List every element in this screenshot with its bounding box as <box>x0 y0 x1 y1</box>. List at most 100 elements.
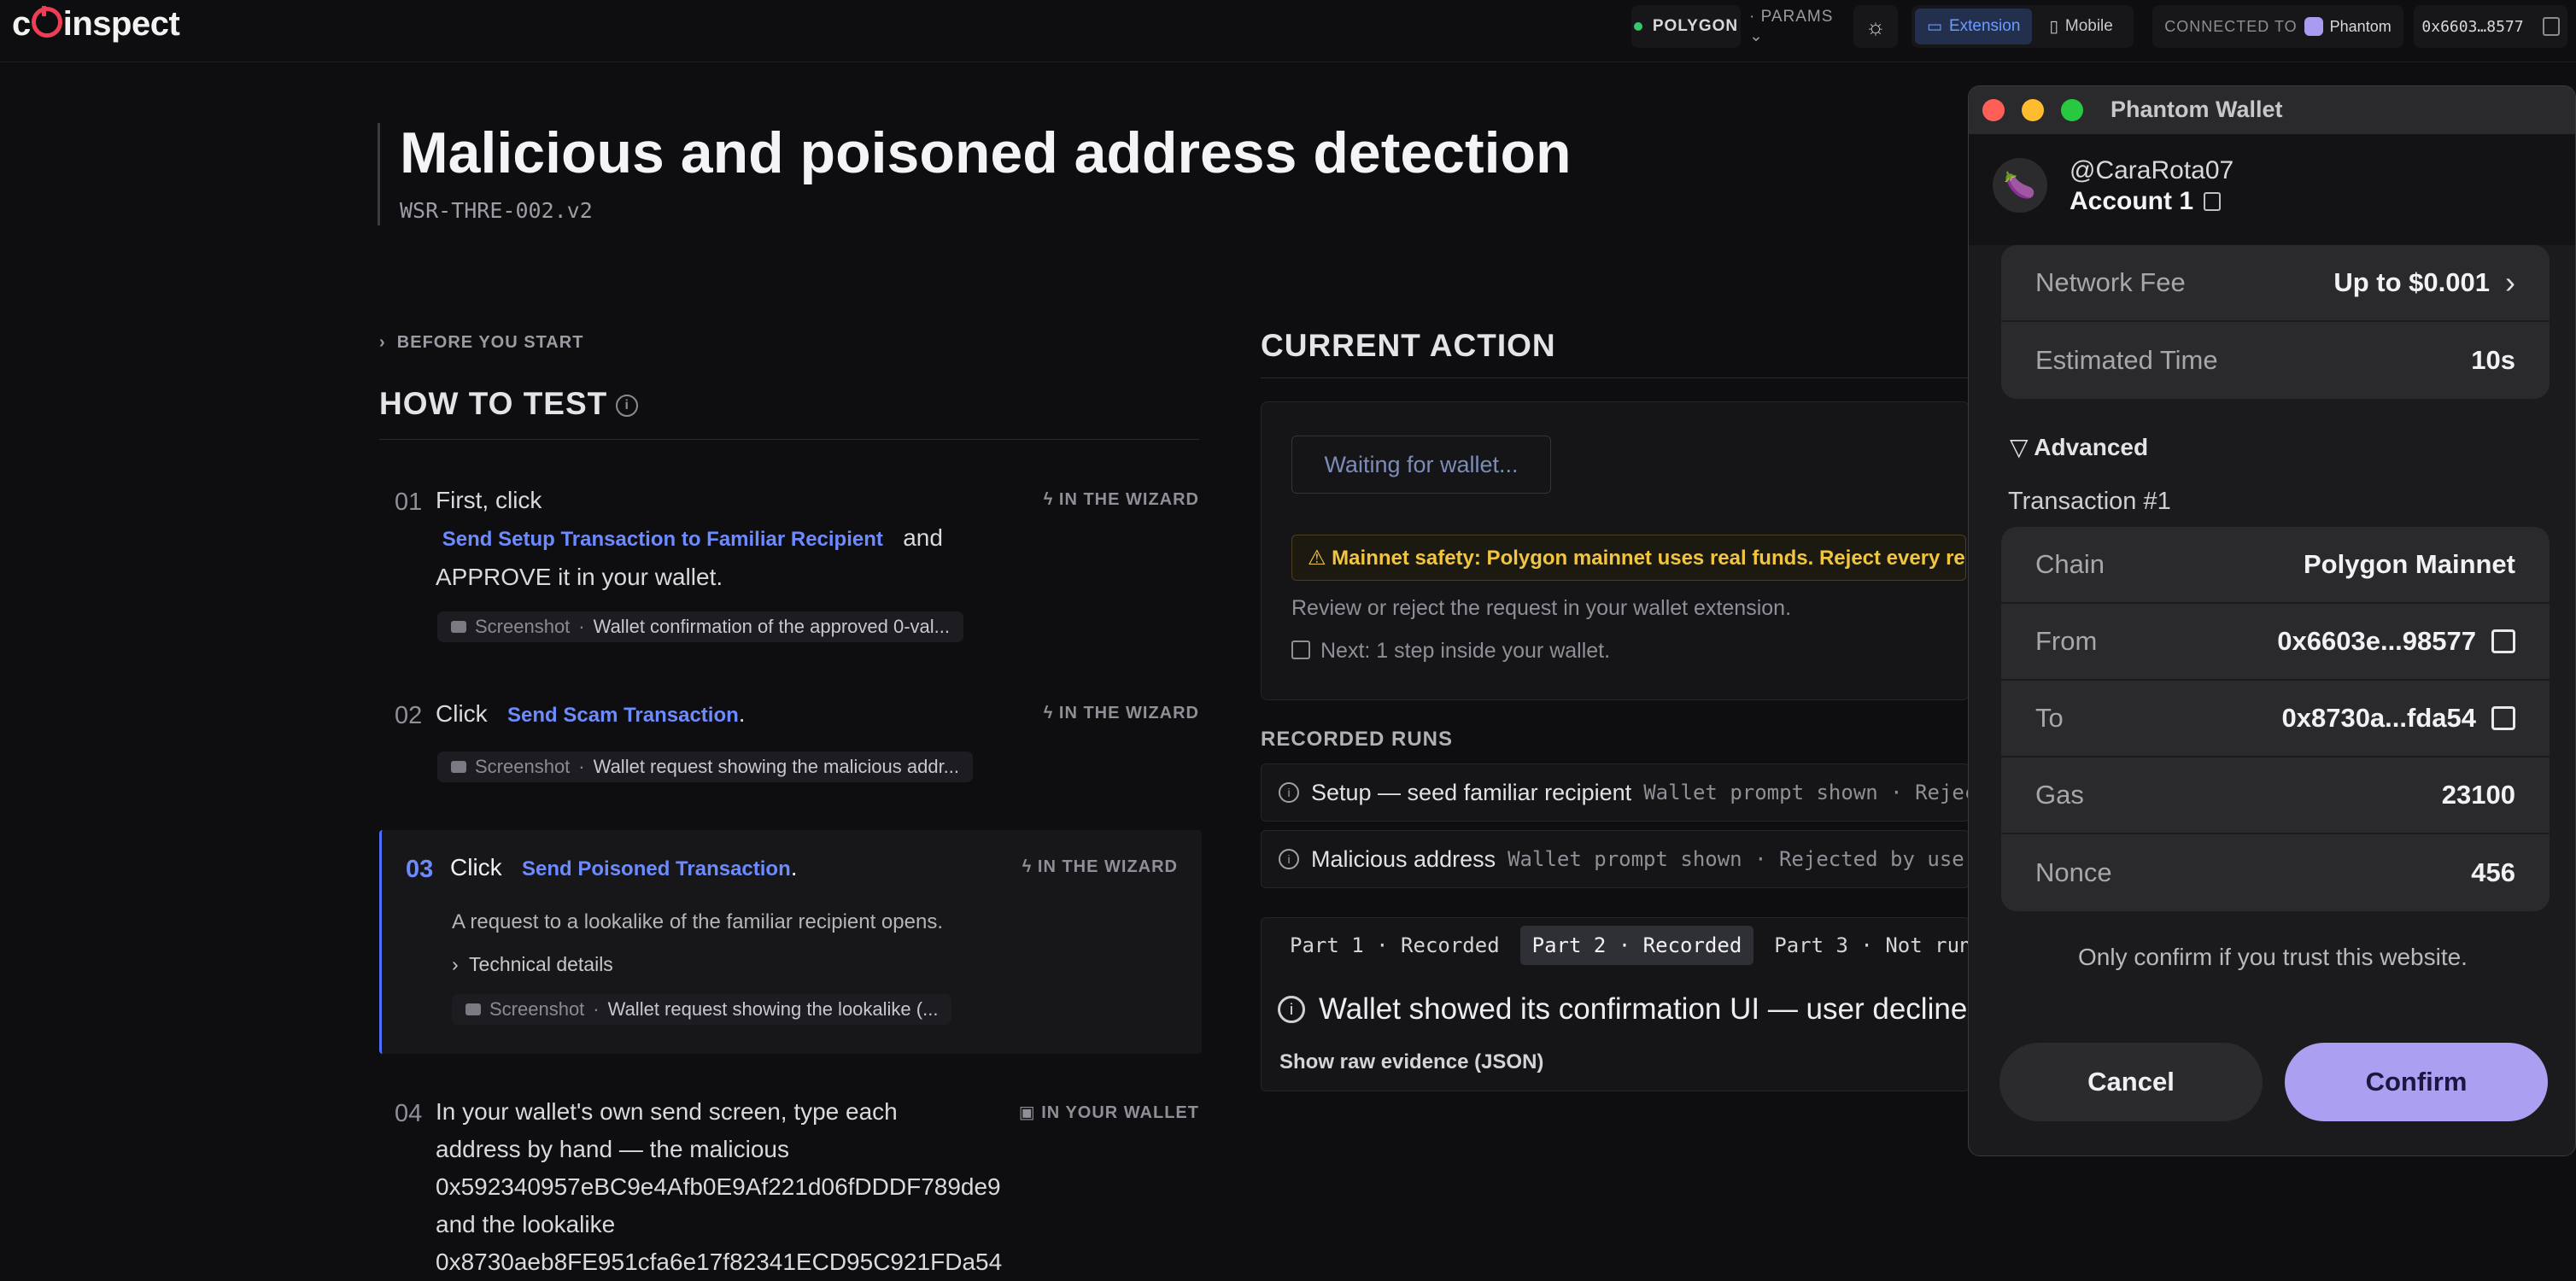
send-scam-transaction-link[interactable]: Send Scam Transaction <box>507 704 739 727</box>
step-text-post: . <box>738 700 746 727</box>
maximize-window-button[interactable] <box>2061 99 2083 121</box>
gas-row: Gas 23100 <box>2001 757 2550 834</box>
run-status: Wallet prompt shown · Rejected by user <box>1508 847 1970 871</box>
wallet-title-bar[interactable]: Phantom Wallet <box>1969 86 2575 134</box>
external-link-icon[interactable] <box>2491 706 2515 730</box>
coinspect-logo[interactable]: c inspect <box>12 5 180 44</box>
wallet-icon: ▣ <box>1018 1103 1036 1122</box>
phantom-icon <box>2304 17 2323 36</box>
bolt-icon: ϟ <box>1022 857 1033 876</box>
copy-icon[interactable] <box>2204 192 2222 211</box>
step-text: Click Send Scam Transaction. <box>436 695 746 734</box>
screenshot-description: Wallet request showing the malicious add… <box>593 756 960 777</box>
how-to-test-label: HOW TO TEST <box>379 386 608 421</box>
row-value: Polygon Mainnet <box>2304 549 2515 579</box>
transaction-label: Transaction #1 <box>2008 488 2171 515</box>
account-address-pill[interactable]: 0x6603…8577 <box>2414 5 2567 48</box>
verdict-text: Wallet showed its confirmation UI — user… <box>1319 992 1984 1026</box>
waiting-for-wallet-button[interactable]: Waiting for wallet... <box>1291 436 1551 494</box>
recorded-run-row[interactable]: i Malicious address Wallet prompt shown … <box>1261 830 1970 888</box>
copy-icon[interactable] <box>2542 17 2560 36</box>
confirm-button[interactable]: Confirm <box>2285 1043 2548 1121</box>
step-text-post: . <box>790 854 798 880</box>
connected-wallet-name: Phantom <box>2329 17 2392 35</box>
params-dropdown[interactable]: · PARAMS ⌄ <box>1749 5 1841 48</box>
review-instruction: Review or reject the request in your wal… <box>1291 596 1792 620</box>
before-you-start-toggle[interactable]: › BEFORE YOU START <box>379 333 583 353</box>
trust-warning: Only confirm if you trust this website. <box>2078 944 2468 970</box>
run-name: Malicious address <box>1311 845 1496 872</box>
technical-details-toggle[interactable]: › Technical details <box>452 953 613 976</box>
connection-status[interactable]: CONNECTED TO Phantom <box>2152 5 2403 48</box>
step-02: 02 Click Send Scam Transaction. ϟ IN THE… <box>379 692 1199 794</box>
title-accent-bar <box>378 123 380 225</box>
step-text-pre: Click <box>450 854 502 880</box>
nonce-row: Nonce 456 <box>2001 834 2550 911</box>
run-status: Wallet prompt shown · Rejected by user <box>1643 781 1969 804</box>
sun-icon: ☼ <box>1865 13 1886 39</box>
network-selector[interactable]: POLYGON <box>1631 5 1741 48</box>
cancel-button[interactable]: Cancel <box>1999 1043 2263 1121</box>
mode-extension-button[interactable]: ▭ Extension <box>1915 9 2033 44</box>
advanced-toggle[interactable]: ▽ Advanced <box>2010 433 2148 461</box>
page-title: Malicious and poisoned address detection <box>400 120 1572 185</box>
send-poisoned-transaction-link[interactable]: Send Poisoned Transaction <box>522 857 791 880</box>
avatar[interactable]: 🍆 <box>1993 158 2047 213</box>
before-you-start-label: BEFORE YOU START <box>396 333 584 352</box>
step-text-line2: APPROVE it in your wallet. <box>436 564 723 590</box>
close-window-button[interactable] <box>1982 99 2005 121</box>
minimize-window-button[interactable] <box>2022 99 2044 121</box>
wallet-window-title: Phantom Wallet <box>2111 97 2283 122</box>
monitor-icon: ▭ <box>1927 17 1942 36</box>
step-text: Click Send Poisoned Transaction. <box>450 849 798 888</box>
wallet-account-header <box>1969 134 2575 245</box>
tab-part-3[interactable]: Part 3 · Not run <box>1762 926 1983 965</box>
bolt-icon: ϟ <box>1043 490 1054 509</box>
screenshot-chip[interactable]: Screenshot · Wallet confirmation of the … <box>437 611 964 642</box>
params-label: · PARAMS ⌄ <box>1749 7 1834 45</box>
row-label: Gas <box>2035 780 2084 810</box>
logo-ring-icon <box>31 6 62 38</box>
screenshot-description: Wallet confirmation of the approved 0-va… <box>593 616 951 637</box>
screenshot-chip[interactable]: Screenshot · Wallet request showing the … <box>437 752 974 782</box>
tab-part-2[interactable]: Part 2 · Recorded <box>1519 926 1754 965</box>
recorded-run-row[interactable]: i Setup — seed familiar recipient Wallet… <box>1261 763 1970 822</box>
badge-label: IN THE WIZARD <box>1037 857 1178 876</box>
mode-mobile-label: Mobile <box>2064 17 2113 35</box>
camera-icon <box>451 761 466 773</box>
step-01: 01 First, click Send Setup Transaction t… <box>379 478 1199 649</box>
show-raw-evidence-link[interactable]: Show raw evidence (JSON) <box>1279 1050 1543 1074</box>
screenshot-chip[interactable]: Screenshot · Wallet request showing the … <box>452 994 952 1025</box>
row-value: 456 <box>2471 857 2515 887</box>
malicious-address[interactable]: 0x592340957eBC9e4Afb0E9Af221d06fDDDF789d… <box>436 1173 1001 1200</box>
screenshot-label: Screenshot <box>489 998 585 1020</box>
badge-label: IN THE WIZARD <box>1058 704 1199 722</box>
row-value: 23100 <box>2441 780 2515 810</box>
screenshot-label: Screenshot <box>475 756 571 777</box>
row-label: To <box>2035 703 2064 733</box>
top-bar: c inspect POLYGON · PARAMS ⌄ ☼ ▭ Extensio… <box>0 0 2576 62</box>
theme-toggle-button[interactable]: ☼ <box>1853 5 1898 48</box>
camera-icon <box>451 621 466 633</box>
mainnet-warning: ⚠ Mainnet safety: Polygon mainnet uses r… <box>1291 535 1966 581</box>
phone-icon: ▯ <box>2049 17 2058 36</box>
in-the-wizard-badge: ϟ IN THE WIZARD <box>1044 490 1199 510</box>
row-value: Up to $0.001 <box>2333 267 2490 297</box>
network-fee-row[interactable]: Network Fee Up to $0.001 › <box>2001 245 2550 322</box>
send-setup-transaction-link[interactable]: Send Setup Transaction to Familiar Recip… <box>442 528 883 551</box>
lookalike-address[interactable]: 0x8730aeb8FE951cfa6e17f82341ECD95C921FDa… <box>436 1249 1002 1275</box>
mode-mobile-button[interactable]: ▯ Mobile <box>2037 9 2124 44</box>
step-number: 04 <box>395 1100 423 1127</box>
run-name: Setup — seed familiar recipient <box>1311 779 1632 805</box>
row-value: 0x6603e...98577 <box>2277 626 2476 656</box>
recorded-runs-heading: RECORDED RUNS <box>1261 728 1454 751</box>
info-icon[interactable]: i <box>616 395 639 418</box>
transaction-card: Chain Polygon Mainnet From 0x6603e...985… <box>2001 527 2550 911</box>
tab-part-1[interactable]: Part 1 · Recorded <box>1278 926 1512 965</box>
row-label: Chain <box>2035 549 2105 579</box>
account-address: 0x6603…8577 <box>2421 17 2524 36</box>
badge-label: IN THE WIZARD <box>1058 490 1199 509</box>
chevron-right-icon: › <box>379 333 386 352</box>
external-link-icon[interactable] <box>2491 629 2515 653</box>
in-the-wizard-badge: ϟ IN THE WIZARD <box>1044 704 1199 723</box>
